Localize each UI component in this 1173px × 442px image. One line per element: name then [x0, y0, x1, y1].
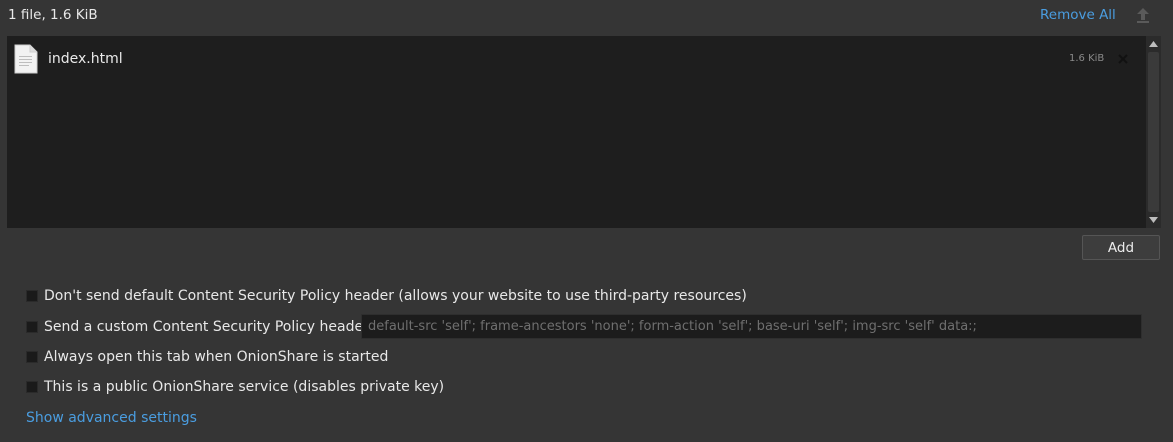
- file-size: 1.6 KiB: [1069, 53, 1105, 64]
- document-icon: [13, 44, 39, 74]
- file-list-scrollbar[interactable]: [1146, 36, 1161, 228]
- file-summary: 1 file, 1.6 KiB: [8, 7, 98, 23]
- show-advanced-settings-link[interactable]: Show advanced settings: [26, 410, 197, 426]
- public-service-option[interactable]: This is a public OnionShare service (dis…: [26, 378, 444, 396]
- scroll-thumb[interactable]: [1148, 52, 1159, 212]
- public-service-label: This is a public OnionShare service (dis…: [44, 379, 445, 395]
- no-csp-label: Don't send default Content Security Poli…: [44, 288, 747, 304]
- custom-csp-option[interactable]: Send a custom Content Security Policy he…: [26, 318, 369, 336]
- scroll-down-icon[interactable]: [1146, 214, 1161, 226]
- always-open-option[interactable]: Always open this tab when OnionShare is …: [26, 348, 388, 366]
- file-list[interactable]: index.html 1.6 KiB: [7, 36, 1161, 228]
- custom-csp-label: Send a custom Content Security Policy he…: [44, 319, 369, 335]
- file-list-item[interactable]: index.html 1.6 KiB: [7, 44, 1147, 74]
- custom-csp-checkbox[interactable]: [26, 321, 38, 333]
- public-service-checkbox[interactable]: [26, 381, 38, 393]
- share-tab: 1 file, 1.6 KiB Remove All index.html 1.…: [0, 0, 1173, 442]
- add-button[interactable]: Add: [1082, 235, 1160, 260]
- close-icon[interactable]: [1115, 51, 1131, 67]
- upload-arrow-icon[interactable]: [1133, 5, 1153, 25]
- scroll-up-icon[interactable]: [1146, 38, 1161, 50]
- no-csp-option[interactable]: Don't send default Content Security Poli…: [26, 287, 747, 305]
- file-name: index.html: [48, 51, 123, 67]
- always-open-checkbox[interactable]: [26, 351, 38, 363]
- remove-all-link[interactable]: Remove All: [1040, 7, 1116, 23]
- custom-csp-input[interactable]: [361, 314, 1142, 339]
- no-csp-checkbox[interactable]: [26, 290, 38, 302]
- always-open-label: Always open this tab when OnionShare is …: [44, 349, 389, 365]
